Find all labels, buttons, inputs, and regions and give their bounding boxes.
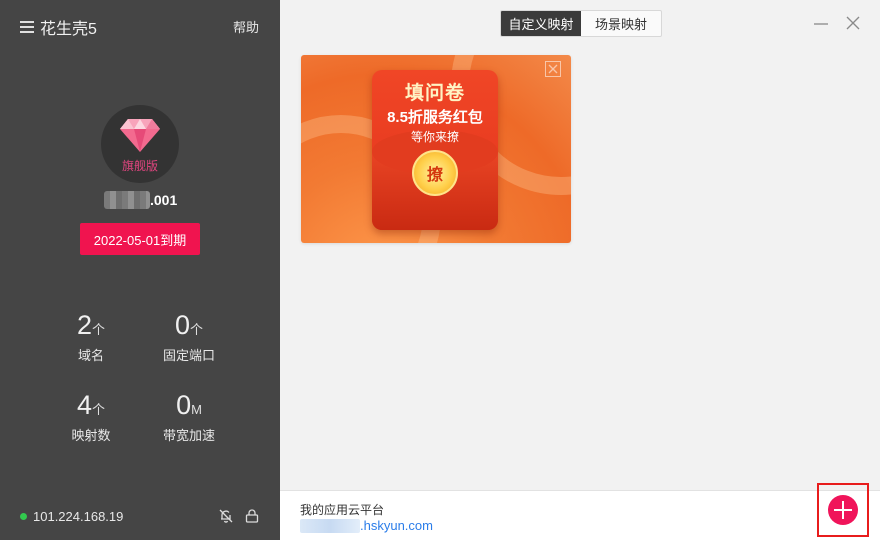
banner-coin: 撩	[412, 150, 458, 196]
stat-bandwidth[interactable]: 0M 带宽加速	[144, 389, 234, 444]
stat-mappings[interactable]: 4个 映射数	[46, 389, 136, 444]
stat-label: 域名	[77, 348, 104, 363]
banner-offer: 8.5折服务红包	[387, 109, 483, 126]
stat-label: 映射数	[71, 428, 111, 443]
close-icon[interactable]	[845, 15, 861, 31]
banner-tagline: 等你来撩	[410, 130, 459, 144]
app-title: 花生壳5	[40, 21, 97, 38]
edition-badge: 旗舰版	[121, 159, 158, 173]
stat-unit: 个	[190, 322, 204, 337]
online-dot-icon	[20, 513, 27, 520]
link-masked	[300, 518, 360, 533]
stat-unit: 个	[92, 322, 106, 337]
link-suffix: .hskyun.com	[360, 518, 433, 533]
tab-custom-mapping[interactable]: 自定义映射	[501, 11, 581, 36]
stat-label: 带宽加速	[162, 428, 215, 443]
stat-unit: M	[191, 402, 202, 417]
cloud-platform-title: 我的应用云平台	[300, 503, 385, 517]
connection-status: 101.224.168.19	[20, 509, 123, 524]
username-suffix: .001	[150, 192, 178, 208]
username-masked	[104, 191, 150, 209]
expiry-button[interactable]: 2022-05-01到期	[80, 223, 200, 255]
banner-close-icon[interactable]	[545, 61, 561, 77]
minimize-icon[interactable]	[813, 15, 829, 31]
hamburger-icon[interactable]	[20, 21, 34, 33]
sidebar: 花生壳5 帮助 旗舰版 .001 2022-05-01到期 2个 域名 0个 固…	[0, 0, 280, 540]
banner-title: 填问卷	[404, 83, 465, 104]
promo-banner[interactable]: 填问卷 8.5折服务红包 等你来撩 撩	[301, 55, 571, 243]
username: .001	[104, 190, 177, 210]
mapping-tabs: 自定义映射 场景映射	[500, 10, 662, 37]
stat-value: 2	[76, 310, 92, 340]
stat-domains[interactable]: 2个 域名	[46, 309, 136, 364]
add-button-highlight	[817, 483, 869, 537]
stat-unit: 个	[92, 402, 106, 417]
lock-icon[interactable]	[244, 508, 260, 524]
cloud-platform-link[interactable]: .hskyun.com	[300, 518, 433, 533]
stat-value: 0	[176, 390, 192, 420]
footer-bar: 我的应用云平台 .hskyun.com	[280, 490, 880, 540]
diamond-icon	[120, 119, 160, 152]
bell-off-icon[interactable]	[218, 508, 234, 524]
stat-value: 0	[174, 310, 190, 340]
red-envelope: 填问卷 8.5折服务红包 等你来撩 撩	[372, 70, 498, 230]
stat-label: 固定端口	[162, 348, 215, 363]
avatar[interactable]: 旗舰版	[101, 105, 179, 183]
stat-value: 4	[76, 390, 92, 420]
stat-fixed-ports[interactable]: 0个 固定端口	[144, 309, 234, 364]
ip-address: 101.224.168.19	[33, 509, 124, 524]
help-link[interactable]: 帮助	[233, 17, 259, 36]
add-mapping-button[interactable]	[828, 495, 858, 525]
tab-scene-mapping[interactable]: 场景映射	[581, 11, 661, 36]
menu-button[interactable]: 花生壳5	[20, 15, 97, 39]
